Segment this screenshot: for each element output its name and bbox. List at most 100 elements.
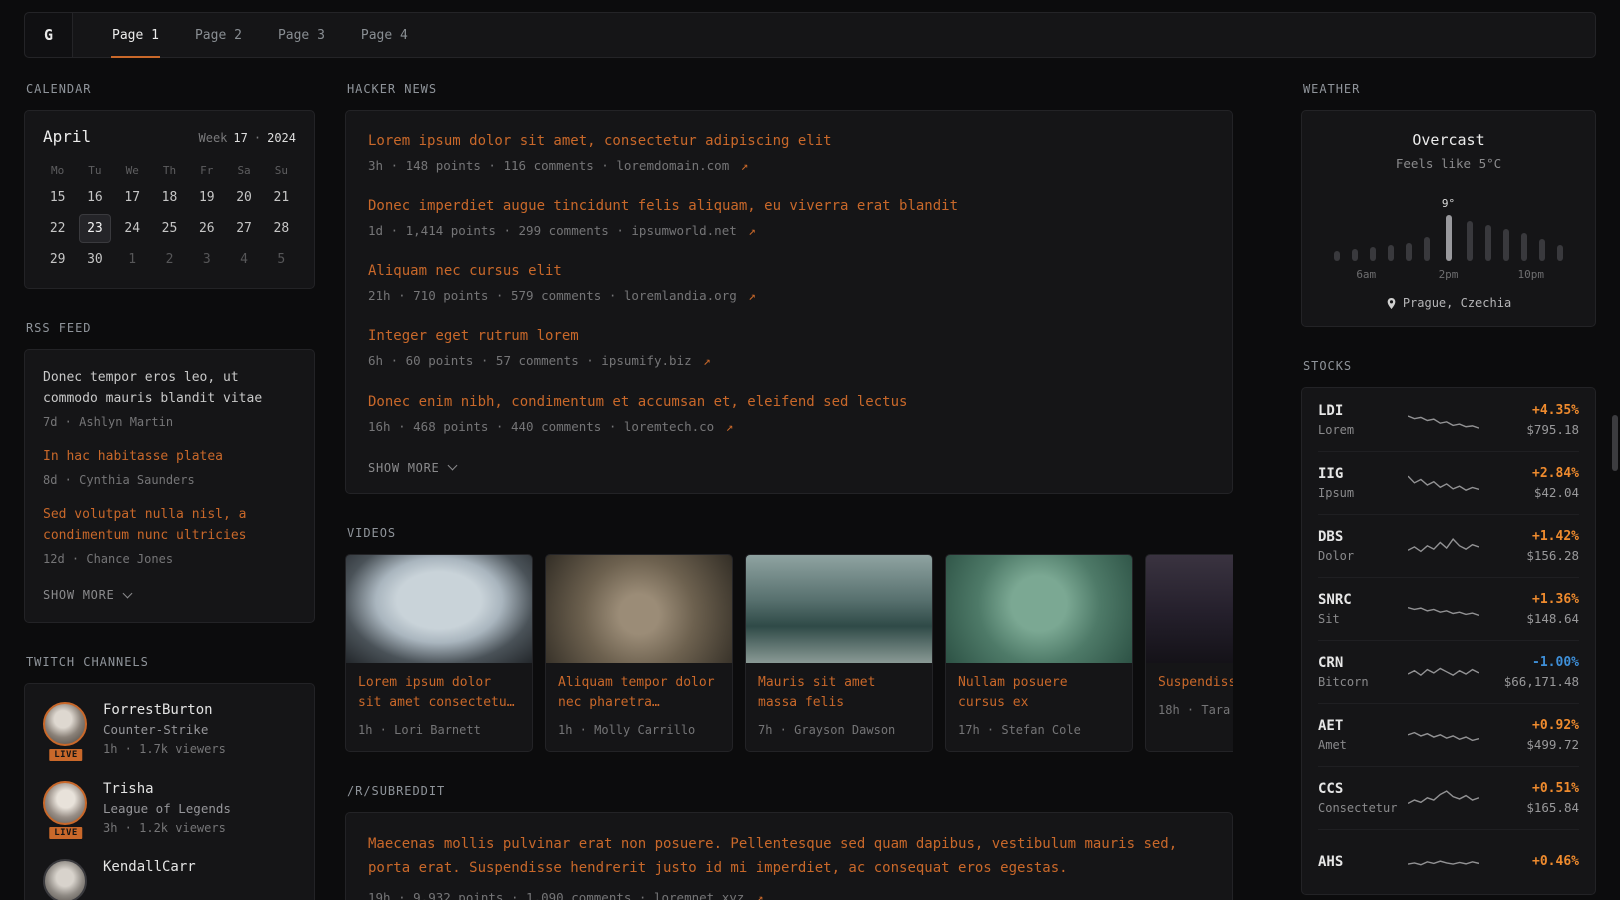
external-link-icon[interactable]: ↗ [703,353,711,368]
external-link-icon[interactable]: ↗ [726,419,734,434]
stock-row[interactable]: AHS +0.46% [1318,830,1579,893]
stock-sparkline [1408,595,1479,623]
page-tab[interactable]: Page 4 [348,13,421,57]
hackernews-item-title[interactable]: Lorem ipsum dolor sit amet, consectetur … [368,131,1210,152]
channel-game: Counter-Strike [103,722,226,737]
hackernews-item-title[interactable]: Donec enim nibh, condimentum et accumsan… [368,392,1210,413]
calendar-days-grid: 1516171819202122232425262728293012345 [39,183,300,274]
video-card[interactable]: Mauris sit amet massa felis 7h · Grayson… [745,554,933,753]
section-title-twitch: TWITCH CHANNELS [26,655,313,669]
external-link-icon[interactable]: ↗ [748,223,756,238]
stock-identity: IIG Ipsum [1318,466,1400,500]
external-link-icon[interactable]: ↗ [741,158,749,173]
temperature-bar-slot [1424,237,1430,261]
video-title[interactable]: Suspendisse diam [1158,673,1233,693]
page-tab[interactable]: Page 3 [265,13,338,57]
top-navigation: G Page 1 Page 2 Page 3 Page 4 [24,12,1596,58]
hackernews-show-more-button[interactable]: SHOW MORE [368,459,456,477]
calendar-weekday: Th [163,158,176,183]
app-logo[interactable]: G [25,13,73,57]
rss-show-more-button[interactable]: SHOW MORE [43,586,131,604]
channel-game: League of Legends [103,801,231,816]
video-thumbnail [1146,555,1233,663]
hackernews-item-title[interactable]: Aliquam nec cursus elit [368,261,1210,282]
video-card[interactable]: Suspendisse diam 18h · Tara [1145,554,1233,753]
section-title-stocks: STOCKS [1303,359,1594,373]
temperature-bar [1388,245,1394,261]
hackernews-section: HACKER NEWS Lorem ipsum dolor sit amet, … [345,82,1233,494]
video-card[interactable]: Lorem ipsum dolor sit amet consectetu… 1… [345,554,533,753]
channel-name[interactable]: Trisha [103,781,231,797]
channel-name[interactable]: KendallCarr [103,859,196,875]
video-title[interactable]: Lorem ipsum dolor sit amet consectetu… [358,673,520,713]
calendar-day: 2 [153,245,185,274]
stock-symbol: AET [1318,718,1400,734]
stock-row[interactable]: AET Amet +0.92% $499.72 [1318,704,1579,767]
video-title[interactable]: Nullam posuere cursus ex [958,673,1120,713]
temperature-bar-slot [1503,229,1509,261]
section-title-rss: RSS FEED [26,321,313,335]
video-title[interactable]: Mauris sit amet massa felis [758,673,920,713]
live-badge: LIVE [47,825,84,841]
twitch-channel[interactable]: LIVE Trisha League of Legends 3h · 1.2k … [43,781,296,837]
calendar-weekday: Tu [88,158,101,183]
hackernews-item-meta-text: 21h · 710 points · 579 comments · loreml… [368,288,737,303]
video-card[interactable]: Aliquam tempor dolor nec pharetra… 1h · … [545,554,733,753]
video-title[interactable]: Aliquam tempor dolor nec pharetra… [558,673,720,713]
hackernews-item-meta: 6h · 60 points · 57 comments · ipsumify.… [368,352,1210,370]
rss-item-title[interactable]: Donec tempor eros leo, ut commodo mauris… [43,368,296,410]
hackernews-item-title[interactable]: Integer eget rutrum lorem [368,326,1210,347]
subreddit-post-title[interactable]: Maecenas mollis pulvinar erat non posuer… [368,833,1210,881]
channel-info: ForrestBurton Counter-Strike 1h · 1.7k v… [103,702,226,758]
rss-section: RSS FEED Donec tempor eros leo, ut commo… [24,321,315,623]
weather-location-text: Prague, Czechia [1403,296,1511,310]
stock-identity: DBS Dolor [1318,529,1400,563]
video-card[interactable]: Nullam posuere cursus ex 17h · Stefan Co… [945,554,1133,753]
rss-item-title[interactable]: In hac habitasse platea [43,447,296,468]
calendar-day: 18 [153,183,185,212]
twitch-channel[interactable]: LIVE ForrestBurton Counter-Strike 1h · 1… [43,702,296,758]
external-link-icon[interactable]: ↗ [756,890,764,900]
stock-row[interactable]: SNRC Sit +1.36% $148.64 [1318,578,1579,641]
stock-row[interactable]: CCS Consectetur +0.51% $165.84 [1318,767,1579,830]
stock-values: +1.36% $148.64 [1487,592,1579,626]
temperature-label: 9° [1442,197,1455,210]
stock-row[interactable]: LDI Lorem +4.35% $795.18 [1318,389,1579,452]
stock-symbol: LDI [1318,403,1400,419]
hackernews-item-meta: 1d · 1,414 points · 299 comments · ipsum… [368,222,1210,240]
stock-row[interactable]: IIG Ipsum +2.84% $42.04 [1318,452,1579,515]
calendar-day: 15 [42,183,74,212]
channel-name[interactable]: ForrestBurton [103,702,226,718]
calendar-day: 19 [191,183,223,212]
hackernews-item: Aliquam nec cursus elit 21h · 710 points… [368,261,1210,305]
stock-sparkline [1408,721,1479,749]
external-link-icon[interactable]: ↗ [748,288,756,303]
live-badge: LIVE [47,747,84,763]
stock-row[interactable]: CRN Bitcorn -1.00% $66,171.48 [1318,641,1579,704]
stock-price: $148.64 [1487,611,1579,626]
stock-row[interactable]: DBS Dolor +1.42% $156.28 [1318,515,1579,578]
temperature-bar-slot [1557,245,1563,261]
rss-list: Donec tempor eros leo, ut commodo mauris… [43,368,296,568]
stock-values: +0.46% [1487,854,1579,869]
weather-hour-axis: 6am 2pm 10pm [1320,268,1577,282]
hackernews-item-title[interactable]: Donec imperdiet augue tincidunt felis al… [368,196,1210,217]
scrollbar-thumb[interactable] [1612,415,1618,471]
page-tab[interactable]: Page 1 [99,13,172,57]
subreddit-post-meta: 19h · 9,932 points · 1,090 comments · lo… [368,889,1210,900]
video-card-body: Mauris sit amet massa felis 7h · Grayson… [746,663,932,752]
stock-change: +1.42% [1487,529,1579,544]
temperature-bar [1467,221,1473,261]
temperature-bar [1521,233,1527,261]
weather-hour-label: 2pm [1439,268,1459,281]
rss-item-title[interactable]: Sed volutpat nulla nisl, a condimentum n… [43,505,296,547]
stock-change: +0.51% [1487,781,1579,796]
page-tab[interactable]: Page 2 [182,13,255,57]
calendar-day: 26 [191,214,223,243]
hackernews-list: Lorem ipsum dolor sit amet, consectetur … [368,131,1210,436]
temperature-bar-slot [1370,247,1376,261]
video-meta: 1h · Molly Carrillo [558,722,720,739]
stock-change: +1.36% [1487,592,1579,607]
temperature-bar [1485,225,1491,261]
twitch-channel[interactable]: KendallCarr [43,859,296,900]
